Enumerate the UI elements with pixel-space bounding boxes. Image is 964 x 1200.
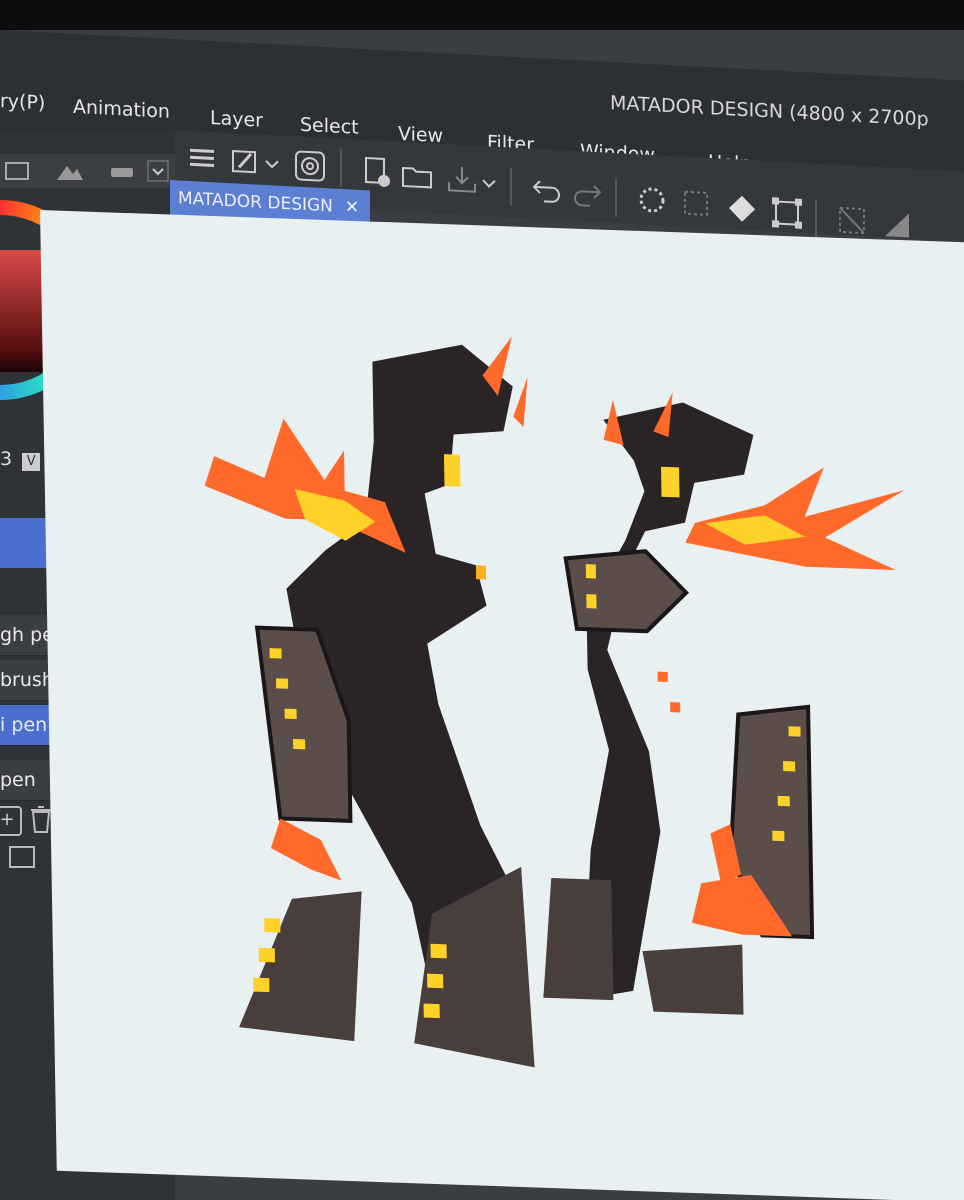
drawing-canvas[interactable] xyxy=(40,210,964,1200)
gradient-icon[interactable] xyxy=(880,207,914,243)
selection-icon[interactable] xyxy=(680,186,714,222)
menu-item-animation[interactable]: Animation xyxy=(73,96,170,123)
loading-icon[interactable] xyxy=(635,182,669,218)
artwork xyxy=(204,336,905,1068)
car-icon[interactable] xyxy=(108,160,136,182)
clear-icon[interactable] xyxy=(835,203,869,239)
image-icon[interactable] xyxy=(8,845,36,869)
eyedropper-icon[interactable] xyxy=(227,143,261,179)
open-folder-icon[interactable] xyxy=(400,158,434,194)
right-figure xyxy=(543,392,905,1015)
readout-letter: V xyxy=(22,453,41,471)
new-file-icon[interactable] xyxy=(360,154,394,190)
chevron-down-icon[interactable] xyxy=(147,160,169,182)
spiral-icon[interactable] xyxy=(293,148,327,184)
mountain-icon[interactable] xyxy=(55,160,85,182)
tab-label: MATADOR DESIGN xyxy=(178,188,333,217)
transform-icon[interactable] xyxy=(770,195,804,231)
readout-prefix: 3 xyxy=(0,448,13,470)
close-tab-icon[interactable]: ✕ xyxy=(345,197,359,218)
menu-item-story[interactable]: ry(P) xyxy=(0,90,45,114)
toolbar-separator xyxy=(510,167,512,206)
menu-item-layer[interactable]: Layer xyxy=(210,107,263,132)
toolbar-separator xyxy=(615,179,617,218)
chevron-down-icon[interactable] xyxy=(263,147,281,182)
toolbar-separator xyxy=(815,199,817,238)
app-screen: ry(P) Animation Layer Select View Filter… xyxy=(0,30,964,1200)
brush-group-swatch[interactable] xyxy=(0,518,52,568)
fill-icon[interactable] xyxy=(725,191,759,227)
window-title: MATADOR DESIGN (4800 x 2700p xyxy=(610,91,929,131)
left-figure xyxy=(204,336,535,1068)
toolbar-separator xyxy=(340,148,342,187)
redo-icon[interactable] xyxy=(570,175,604,211)
save-icon[interactable] xyxy=(445,162,479,198)
chevron-down-icon[interactable] xyxy=(480,166,498,201)
color-set-icon[interactable] xyxy=(4,160,30,182)
undo-icon[interactable] xyxy=(530,171,564,207)
add-brush-button[interactable]: + xyxy=(0,806,22,836)
menu-item-select[interactable]: Select xyxy=(300,114,359,139)
menu-icon[interactable] xyxy=(185,141,219,177)
